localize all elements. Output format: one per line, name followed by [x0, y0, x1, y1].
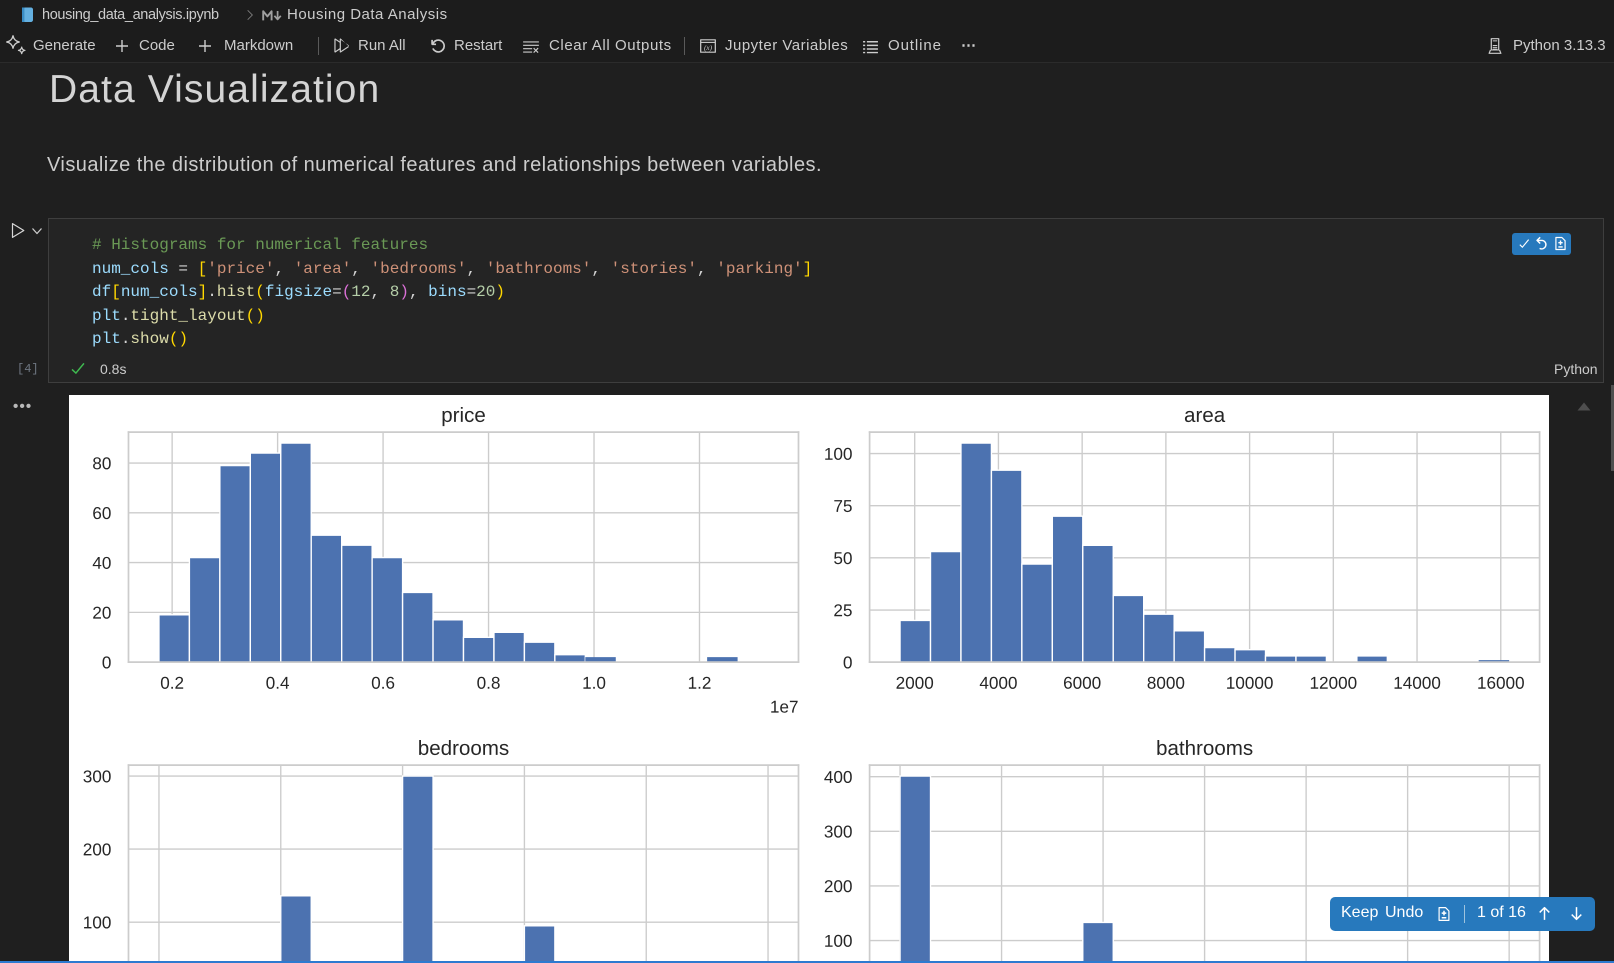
svg-text:(x): (x) — [704, 43, 713, 52]
